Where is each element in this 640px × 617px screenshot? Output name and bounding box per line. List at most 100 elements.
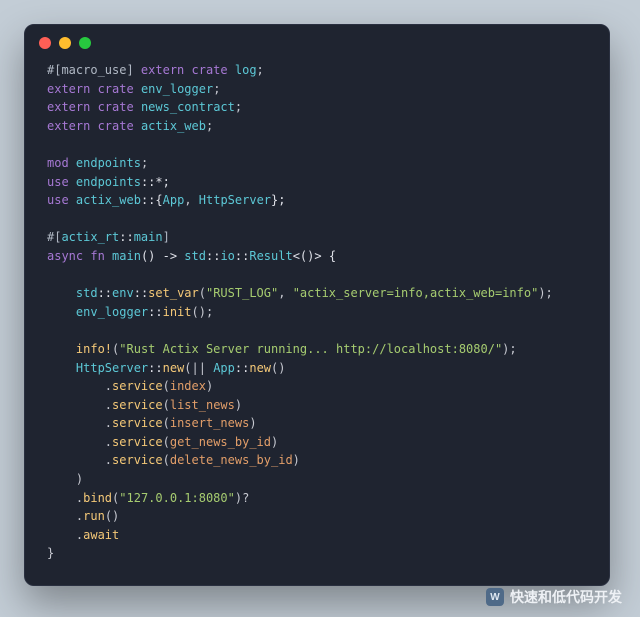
code-token: ( <box>163 379 170 393</box>
code-token: bind <box>83 491 112 505</box>
zoom-icon[interactable] <box>79 37 91 49</box>
code-token: ) <box>271 435 278 449</box>
code-token: actix_web <box>134 119 206 133</box>
window-titlebar <box>25 25 609 61</box>
code-token: () -> <box>141 249 184 263</box>
code-token: extern <box>134 63 185 77</box>
code-token: . <box>47 491 83 505</box>
code-token: index <box>170 379 206 393</box>
code-token: (); <box>192 305 214 319</box>
code-token: crate <box>90 100 133 114</box>
code-token: ) <box>47 472 83 486</box>
code-token: get_news_by_id <box>170 435 271 449</box>
code-token: fn <box>83 249 105 263</box>
code-token: endpoints <box>69 156 141 170</box>
code-token: service <box>112 435 163 449</box>
code-token: endpoints <box>69 175 141 189</box>
code-token: actix_web <box>69 193 141 207</box>
code-token: ] <box>163 230 170 244</box>
code-token: Result <box>249 249 292 263</box>
code-token: "actix_server=info,actix_web=info" <box>293 286 539 300</box>
code-token: ; <box>213 82 220 96</box>
code-token: std <box>47 286 98 300</box>
code-token: env_logger <box>47 305 148 319</box>
code-token: crate <box>90 119 133 133</box>
code-token: <()> { <box>293 249 336 263</box>
code-token: ); <box>538 286 552 300</box>
code-token: :: <box>98 286 112 300</box>
code-token: env_logger <box>134 82 213 96</box>
code-token: HttpServer <box>47 361 148 375</box>
code-token: . <box>47 398 112 412</box>
code-token: new <box>249 361 271 375</box>
code-token: , <box>184 193 198 207</box>
code-token: ( <box>199 286 206 300</box>
code-token: extern <box>47 100 90 114</box>
code-token: #[ <box>47 230 61 244</box>
code-token: "RUST_LOG" <box>206 286 278 300</box>
code-token: ) <box>293 453 300 467</box>
code-block: #[macro_use] extern crate log; extern cr… <box>25 61 609 581</box>
code-token: extern <box>47 119 90 133</box>
code-token: main <box>105 249 141 263</box>
code-token: service <box>112 416 163 430</box>
code-token: news_contract <box>134 100 235 114</box>
code-token: ) <box>235 398 242 412</box>
code-token: () <box>271 361 285 375</box>
code-token: (|| <box>184 361 213 375</box>
code-token: App <box>213 361 235 375</box>
code-token: . <box>47 379 112 393</box>
code-token: crate <box>184 63 227 77</box>
code-window: #[macro_use] extern crate log; extern cr… <box>24 24 610 586</box>
code-token: run <box>83 509 105 523</box>
watermark-text: 快速和低代码开发 <box>510 587 622 607</box>
code-token: :: <box>119 230 133 244</box>
wechat-icon: W <box>486 588 504 606</box>
code-token: mod <box>47 156 69 170</box>
code-token: insert_news <box>170 416 249 430</box>
code-token: . <box>47 509 83 523</box>
code-token: )? <box>235 491 249 505</box>
code-token: } <box>47 546 54 560</box>
code-token: ); <box>502 342 516 356</box>
code-token: info! <box>47 342 112 356</box>
code-token: await <box>83 528 119 542</box>
code-token: }; <box>271 193 285 207</box>
code-token: :: <box>148 305 162 319</box>
code-token: std <box>184 249 206 263</box>
watermark: W 快速和低代码开发 <box>486 587 622 607</box>
code-token: :: <box>206 249 220 263</box>
code-token: crate <box>90 82 133 96</box>
minimize-icon[interactable] <box>59 37 71 49</box>
code-token: App <box>163 193 185 207</box>
code-token: io <box>220 249 234 263</box>
code-token: async <box>47 249 83 263</box>
code-token: set_var <box>148 286 199 300</box>
code-token: service <box>112 379 163 393</box>
code-token: :: <box>148 361 162 375</box>
code-token: ; <box>141 156 148 170</box>
code-token: list_news <box>170 398 235 412</box>
code-token: :: <box>235 361 249 375</box>
code-token: "127.0.0.1:8080" <box>119 491 235 505</box>
code-token: ( <box>163 416 170 430</box>
code-token: log <box>228 63 257 77</box>
code-token: main <box>134 230 163 244</box>
code-token: :: <box>134 286 148 300</box>
code-token: ( <box>163 435 170 449</box>
code-token: ::*; <box>141 175 170 189</box>
code-token: ::{ <box>141 193 163 207</box>
code-token: . <box>47 528 83 542</box>
code-token: extern <box>47 82 90 96</box>
code-token: env <box>112 286 134 300</box>
code-token: init <box>163 305 192 319</box>
code-token: ( <box>163 453 170 467</box>
close-icon[interactable] <box>39 37 51 49</box>
code-token: ) <box>206 379 213 393</box>
code-token: ; <box>257 63 264 77</box>
code-token: :: <box>235 249 249 263</box>
code-token: . <box>47 435 112 449</box>
code-token: #[macro_use] <box>47 63 134 77</box>
code-token: , <box>278 286 292 300</box>
code-token: "Rust Actix Server running... http://loc… <box>119 342 502 356</box>
